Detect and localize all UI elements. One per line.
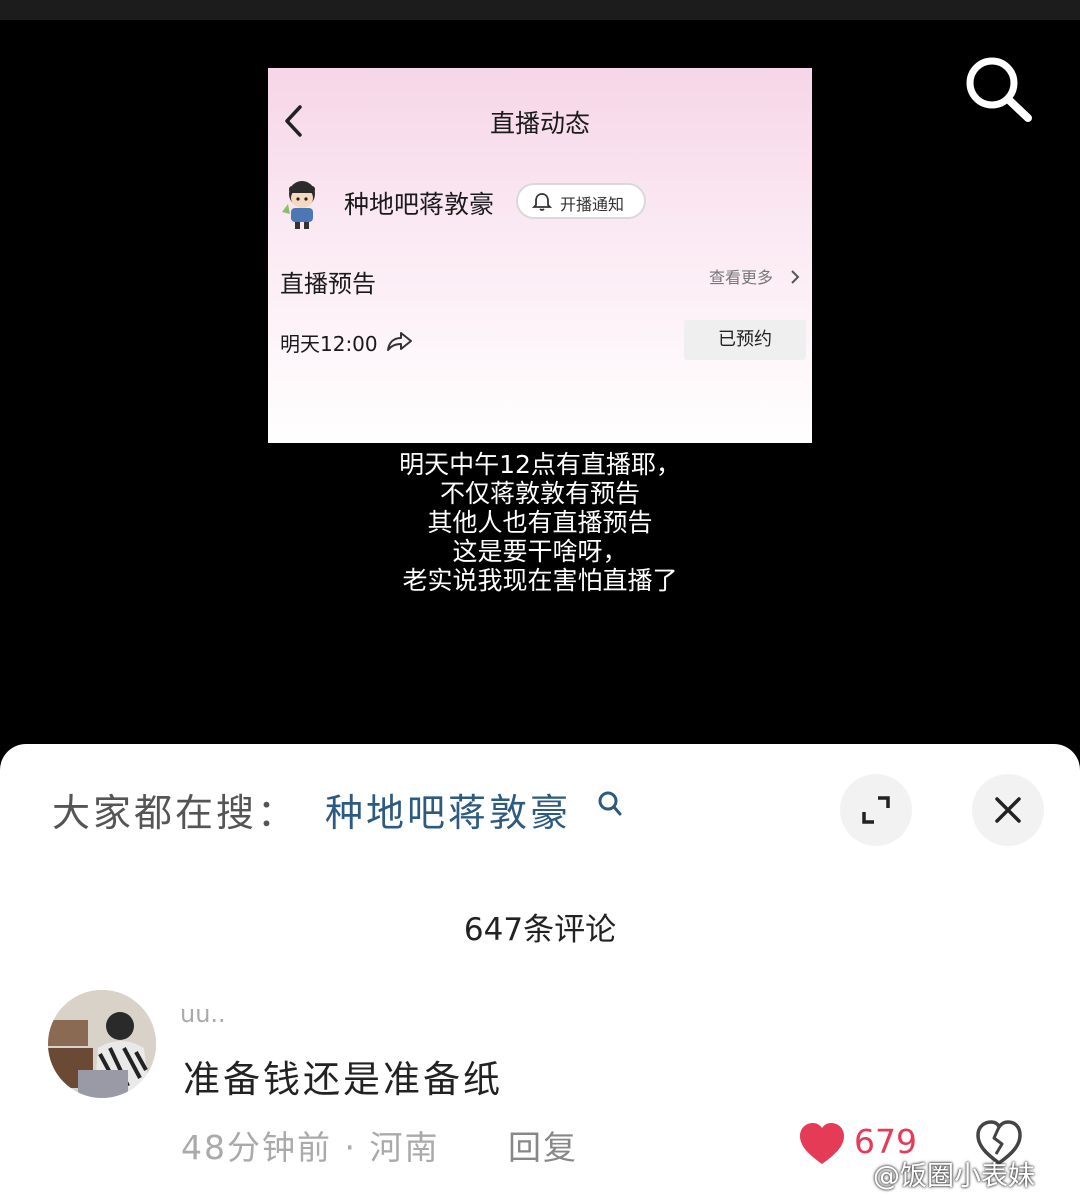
expand-button[interactable] bbox=[840, 774, 912, 846]
share-icon[interactable] bbox=[386, 330, 414, 352]
close-icon bbox=[995, 797, 1021, 823]
caption-line: 老实说我现在害怕直播了 bbox=[402, 566, 678, 595]
search-button[interactable] bbox=[960, 52, 1038, 126]
caption-line: 明天中午12点有直播耶， bbox=[399, 450, 681, 479]
watermark: @饭圈小表妹 bbox=[873, 1161, 1035, 1192]
caption-line: 这是要干啥呀， bbox=[452, 537, 628, 566]
bell-icon bbox=[532, 193, 552, 211]
live-notify-button[interactable]: 开播通知 bbox=[516, 183, 646, 219]
caption-line: 不仅蒋敦敦有预告 bbox=[439, 479, 640, 508]
comment-meta: 48分钟前 · 河南 bbox=[181, 1128, 440, 1167]
avatar[interactable] bbox=[48, 990, 156, 1098]
comment-text: 准备钱还是准备纸 bbox=[183, 1058, 503, 1101]
search-icon bbox=[966, 57, 1032, 122]
notify-label: 开播通知 bbox=[560, 195, 625, 214]
comment-count: 647条评论 bbox=[463, 912, 617, 948]
comment-sheet: 大家都在搜： 种地吧蒋敦豪 647条评论 uu.. 准备钱还是准备纸 48分钟前… bbox=[0, 744, 1080, 1201]
hot-search-term[interactable]: 种地吧蒋敦豪 bbox=[325, 782, 571, 837]
comment-username[interactable]: uu.. bbox=[180, 1000, 226, 1028]
cartoon-avatar-icon[interactable] bbox=[278, 178, 326, 230]
heart-icon[interactable] bbox=[798, 1122, 846, 1166]
video-caption: 明天中午12点有直播耶， 不仅蒋敦敦有预告 其他人也有直播预告 这是要干啥呀， … bbox=[0, 450, 1080, 595]
chevron-right-icon bbox=[791, 270, 800, 284]
status-bar bbox=[0, 0, 1080, 20]
search-icon[interactable] bbox=[597, 790, 623, 818]
section-title: 直播预告 bbox=[280, 270, 376, 298]
caption-line: 其他人也有直播预告 bbox=[427, 508, 653, 537]
user-photo-icon bbox=[48, 990, 156, 1098]
booked-button[interactable]: 已预约 bbox=[684, 320, 806, 360]
view-more-link[interactable]: 查看更多 bbox=[709, 264, 773, 288]
hot-search-label: 大家都在搜： bbox=[52, 791, 299, 835]
username: 种地吧蒋敦豪 bbox=[344, 190, 495, 219]
close-button[interactable] bbox=[972, 774, 1044, 846]
live-time: 明天12:00 bbox=[280, 332, 378, 356]
live-status-screenshot: 直播动态 种地吧蒋敦豪 开播通知 直播预告 查看更多 明天12:00 已预约 bbox=[268, 68, 812, 443]
card-title: 直播动态 bbox=[489, 109, 590, 138]
reply-button[interactable]: 回复 bbox=[508, 1121, 578, 1169]
expand-icon bbox=[862, 796, 890, 824]
